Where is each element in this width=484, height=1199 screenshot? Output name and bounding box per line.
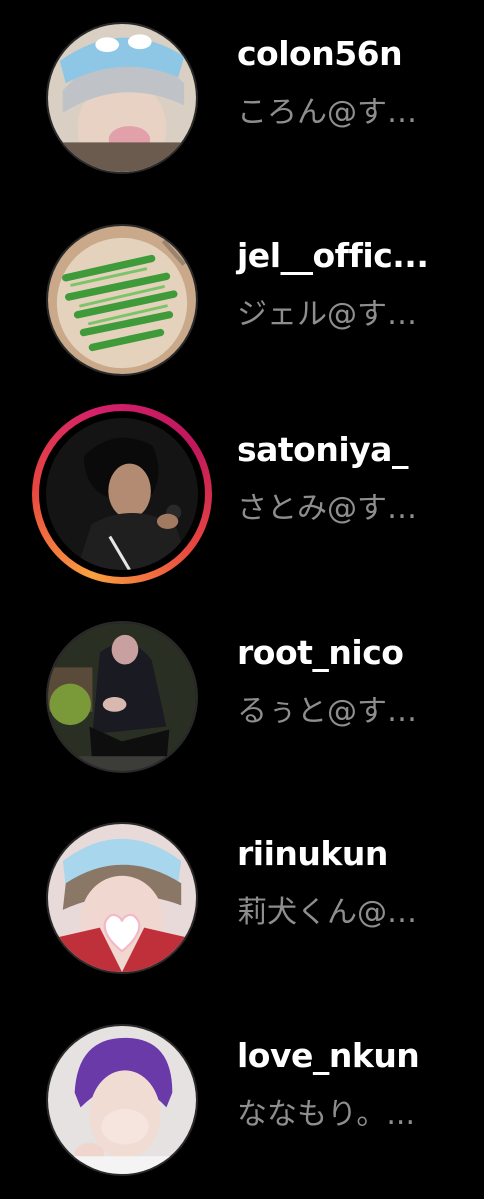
- account-row[interactable]: riinukun 莉犬くん@…: [0, 800, 484, 974]
- avatar[interactable]: [46, 418, 198, 570]
- account-display-name: さとみ@す…: [237, 491, 417, 526]
- account-username[interactable]: satoniya_: [237, 430, 408, 469]
- avatar-container[interactable]: [32, 1010, 212, 1190]
- avatar-container[interactable]: [32, 607, 212, 787]
- avatar[interactable]: [46, 621, 198, 773]
- account-display-name: るぅと@す…: [237, 694, 417, 729]
- avatar[interactable]: [46, 1024, 198, 1176]
- avatar-container[interactable]: [32, 210, 212, 390]
- avatar-container[interactable]: [32, 808, 212, 988]
- account-row[interactable]: root_nico るぅと@す…: [0, 599, 484, 773]
- avatar-container[interactable]: [32, 8, 212, 188]
- account-row[interactable]: love_nkun ななもり。...: [0, 1002, 484, 1176]
- avatar-container[interactable]: [32, 404, 212, 584]
- avatar-photo: [48, 24, 196, 172]
- account-row[interactable]: jel__offic... ジェル@す…: [0, 202, 484, 376]
- account-list: colon56n ころん@す… jel__offic... ジェル@す… sat…: [0, 0, 484, 1199]
- avatar-photo: [48, 824, 196, 972]
- account-display-name: 莉犬くん@…: [237, 895, 417, 930]
- avatar[interactable]: [46, 224, 198, 376]
- account-display-name: ころん@す…: [237, 95, 417, 130]
- account-username[interactable]: jel__offic...: [237, 236, 429, 275]
- avatar[interactable]: [46, 22, 198, 174]
- account-username[interactable]: riinukun: [237, 834, 388, 873]
- account-display-name: ジェル@す…: [237, 297, 417, 332]
- avatar-photo: [48, 226, 196, 374]
- avatar-photo: [48, 623, 196, 771]
- avatar-photo: [46, 418, 198, 570]
- avatar[interactable]: [46, 822, 198, 974]
- avatar-photo: [48, 1026, 196, 1174]
- account-row[interactable]: colon56n ころん@す…: [0, 0, 484, 174]
- account-row[interactable]: satoniya_ さとみ@す…: [0, 396, 484, 584]
- account-display-name: ななもり。...: [237, 1097, 416, 1132]
- account-username[interactable]: root_nico: [237, 633, 404, 672]
- account-username[interactable]: colon56n: [237, 34, 403, 73]
- account-username[interactable]: love_nkun: [237, 1036, 420, 1075]
